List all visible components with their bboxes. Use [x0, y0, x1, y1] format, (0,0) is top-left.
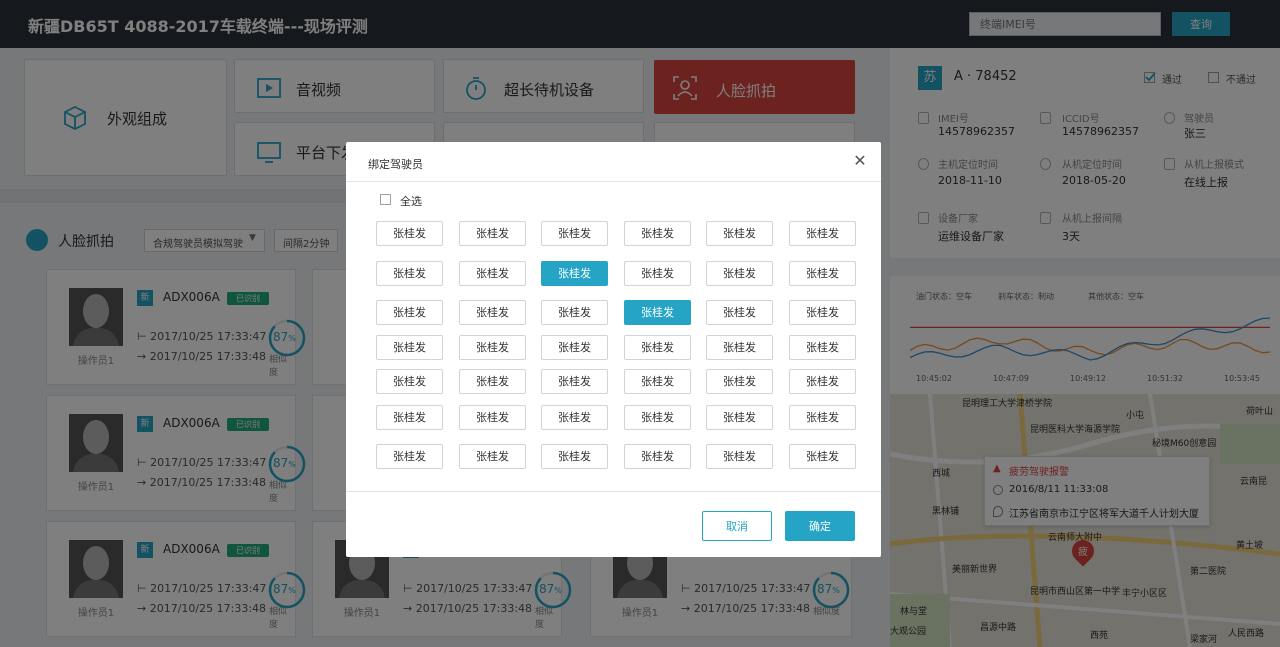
driver-option-button[interactable]: 张桂发: [459, 369, 526, 394]
driver-option-button[interactable]: 张桂发: [376, 405, 443, 430]
driver-option-button[interactable]: 张桂发: [624, 261, 691, 286]
driver-option-button[interactable]: 张桂发: [789, 444, 856, 469]
driver-option-button[interactable]: 张桂发: [706, 300, 773, 325]
select-all-checkbox[interactable]: [380, 194, 391, 205]
cancel-button[interactable]: 取消: [702, 511, 772, 541]
driver-option-button[interactable]: 张桂发: [624, 335, 691, 360]
driver-option-button[interactable]: 张桂发: [459, 300, 526, 325]
driver-option-button[interactable]: 张桂发: [376, 300, 443, 325]
driver-option-button[interactable]: 张桂发: [789, 261, 856, 286]
driver-option-button[interactable]: 张桂发: [376, 335, 443, 360]
driver-option-button[interactable]: 张桂发: [789, 405, 856, 430]
driver-option-button[interactable]: 张桂发: [541, 405, 608, 430]
bind-driver-modal: 绑定驾驶员 ✕ 全选 张桂发 张桂发 张桂发 张桂发 张桂发 张桂发 张桂发 张桂发 张桂发 张桂…: [346, 142, 881, 557]
driver-option-button[interactable]: 张桂发: [706, 221, 773, 246]
driver-option-button[interactable]: 张桂发: [459, 261, 526, 286]
close-icon[interactable]: ✕: [851, 152, 869, 170]
driver-option-button[interactable]: 张桂发: [541, 369, 608, 394]
driver-option-button[interactable]: 张桂发: [706, 444, 773, 469]
driver-option-button[interactable]: 张桂发: [706, 369, 773, 394]
driver-option-button[interactable]: 张桂发: [624, 444, 691, 469]
driver-option-button[interactable]: 张桂发: [624, 405, 691, 430]
driver-option-button[interactable]: 张桂发: [789, 335, 856, 360]
driver-option-button[interactable]: 张桂发: [459, 405, 526, 430]
driver-option-button[interactable]: 张桂发: [624, 369, 691, 394]
modal-divider: [346, 181, 881, 182]
driver-option-button[interactable]: 张桂发: [706, 335, 773, 360]
modal-footer-divider: [346, 491, 881, 492]
driver-option-button[interactable]: 张桂发: [376, 444, 443, 469]
confirm-button[interactable]: 确定: [785, 511, 855, 541]
driver-option-button[interactable]: 张桂发: [541, 221, 608, 246]
driver-option-button[interactable]: 张桂发: [376, 221, 443, 246]
driver-option-button[interactable]: 张桂发: [706, 405, 773, 430]
select-all-label[interactable]: 全选: [400, 193, 422, 209]
driver-option-button[interactable]: 张桂发: [459, 444, 526, 469]
modal-title: 绑定驾驶员: [368, 158, 423, 171]
driver-option-button[interactable]: 张桂发: [789, 300, 856, 325]
driver-option-button[interactable]: 张桂发: [541, 261, 608, 286]
driver-option-button[interactable]: 张桂发: [541, 444, 608, 469]
driver-option-button[interactable]: 张桂发: [624, 221, 691, 246]
driver-option-button[interactable]: 张桂发: [541, 300, 608, 325]
driver-option-button[interactable]: 张桂发: [459, 335, 526, 360]
driver-option-button[interactable]: 张桂发: [789, 221, 856, 246]
driver-option-button[interactable]: 张桂发: [624, 300, 691, 325]
driver-option-button[interactable]: 张桂发: [789, 369, 856, 394]
driver-option-button[interactable]: 张桂发: [706, 261, 773, 286]
driver-option-button[interactable]: 张桂发: [376, 261, 443, 286]
driver-option-button[interactable]: 张桂发: [541, 335, 608, 360]
driver-option-button[interactable]: 张桂发: [459, 221, 526, 246]
driver-option-button[interactable]: 张桂发: [376, 369, 443, 394]
